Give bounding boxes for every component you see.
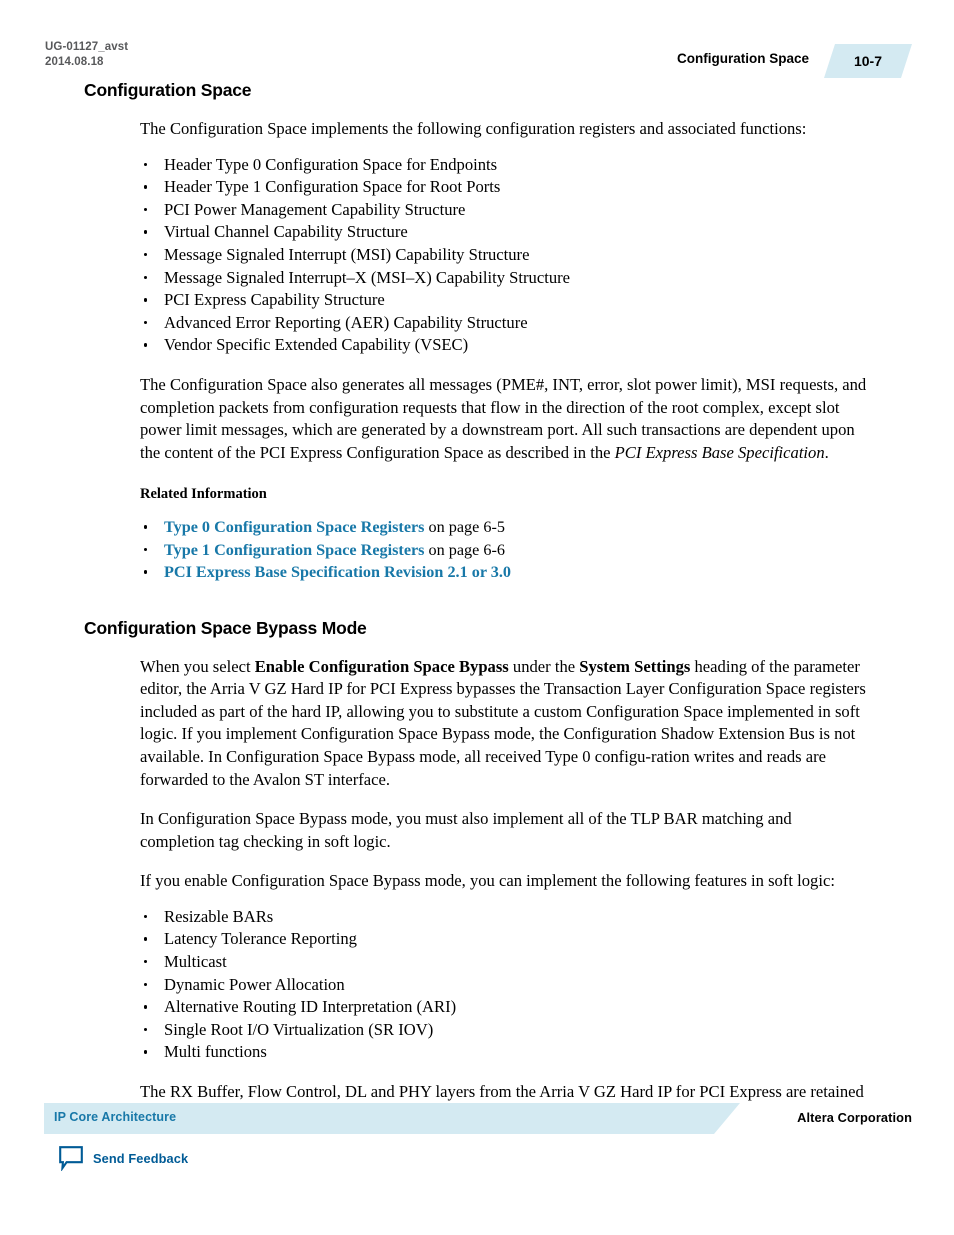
list-item: Single Root I/O Virtualization (SR IOV) [140,1019,868,1042]
page-number-tab: 10-7 [824,44,912,78]
list-item-label: Message Signaled Interrupt (MSI) Capabil… [164,244,530,264]
list-item: Header Type 0 Configuration Space for En… [140,154,868,177]
header-right-group: Configuration Space 10-7 [677,44,912,78]
cross-reference-page-suffix: on page 6-6 [424,540,505,559]
section2-body: When you select Enable Configuration Spa… [140,639,868,1127]
bullet-dot-icon [144,547,148,552]
list-item: PCI Power Management Capability Structur… [140,199,868,222]
list-item-label: Message Signaled Interrupt–X (MSI–X) Cap… [164,267,571,287]
list-item: Message Signaled Interrupt–X (MSI–X) Cap… [140,267,868,290]
send-feedback-label: Send Feedback [93,1150,189,1166]
list-item: Vendor Specific Extended Capability (VSE… [140,334,868,357]
section1-body: The Configuration Space implements the f… [140,101,868,584]
page-number-label: 10-7 [853,53,883,69]
list-item: Header Type 1 Configuration Space for Ro… [140,176,868,199]
section1-paragraph-2: The Configuration Space also generates a… [140,374,868,464]
section1-bullet-list: Header Type 0 Configuration Space for En… [140,154,868,357]
list-item-label: Multi functions [164,1042,267,1062]
bullet-dot-icon [144,937,148,941]
para2-text-b: . [824,442,829,462]
bullet-dot-icon [144,185,148,189]
list-item-label: Vendor Specific Extended Capability (VSE… [164,335,469,355]
cross-reference-link[interactable]: PCI Express Base Specification Revision … [164,563,511,581]
section1-intro-paragraph: The Configuration Space implements the f… [140,119,807,138]
bullet-dot-icon [144,1050,148,1054]
list-item-label: Dynamic Power Allocation [164,974,345,994]
list-item-label: Multicast [164,952,227,972]
bullet-dot-icon [144,320,148,325]
list-item: Latency Tolerance Reporting [140,928,868,951]
page-header: UG-01127_avst 2014.08.18 Configuration S… [0,0,954,82]
list-item-label: Advanced Error Reporting (AER) Capabilit… [164,312,528,332]
list-item: Advanced Error Reporting (AER) Capabilit… [140,312,868,335]
bullet-dot-icon [144,252,148,257]
list-item-label: Header Type 1 Configuration Space for Ro… [164,177,501,197]
s2p1-bold-enable-bypass: Enable Configuration Space Bypass [254,656,509,676]
list-item: Multi functions [140,1041,868,1064]
related-link-item: Type 1 Configuration Space Registers on … [140,539,868,561]
related-information-heading: Related Information [140,486,267,503]
bullet-dot-icon [144,1027,148,1032]
bullet-dot-icon [144,207,148,212]
bullet-dot-icon [144,230,148,234]
footer-corporation-label: Altera Corporation [797,1110,912,1125]
document-date: 2014.08.18 [45,55,104,68]
page-footer: IP Core Architecture Altera Corporation … [0,1095,954,1235]
list-item-label: PCI Express Capability Structure [164,290,385,310]
bullet-dot-icon [144,570,148,574]
section2-paragraph-2: In Configuration Space Bypass mode, you … [140,809,792,851]
bullet-dot-icon [144,275,148,279]
para2-italic-spec: PCI Express Base Specification [614,442,825,462]
cross-reference-link[interactable]: Type 1 Configuration Space Registers [164,541,425,559]
s2p1-text-b: under the [508,656,580,676]
list-item: Virtual Channel Capability Structure [140,221,868,244]
list-item: Resizable BARs [140,906,868,929]
footer-chapter-label: IP Core Architecture [54,1110,177,1124]
section2-paragraph-3: If you enable Configuration Space Bypass… [140,871,835,891]
cross-reference-page-suffix: on page 6-5 [424,518,505,537]
list-item: PCI Express Capability Structure [140,289,868,312]
document-id: UG-01127_avst [45,41,129,53]
list-item: Message Signaled Interrupt (MSI) Capabil… [140,244,868,267]
bullet-dot-icon [144,982,148,987]
list-item-label: Single Root I/O Virtualization (SR IOV) [164,1019,434,1039]
bullet-dot-icon [144,525,148,529]
section2-paragraph-1: When you select Enable Configuration Spa… [140,656,868,792]
header-chapter-label: Configuration Space [676,51,809,66]
bullet-dot-icon [144,298,148,302]
bullet-dot-icon [144,343,148,347]
list-item: Dynamic Power Allocation [140,974,868,997]
s2p1-text-a: When you select [140,656,255,676]
section-title-configuration-space: Configuration Space [84,80,252,100]
list-item-label: PCI Power Management Capability Structur… [164,199,466,219]
list-item-label: Resizable BARs [164,906,274,926]
bullet-dot-icon [144,960,148,964]
cross-reference-link[interactable]: Type 0 Configuration Space Registers [164,518,425,536]
related-link-item: PCI Express Base Specification Revision … [140,561,868,583]
list-item-label: Header Type 0 Configuration Space for En… [164,154,498,174]
bullet-dot-icon [144,914,148,919]
list-item: Multicast [140,951,868,974]
s2p1-bold-system-settings: System Settings [579,656,691,676]
send-feedback-button[interactable]: Send Feedback [58,1145,189,1172]
list-item-label: Virtual Channel Capability Structure [164,222,408,242]
s2p1-text-c: heading of the parameter editor, the Arr… [140,656,866,789]
page-content: Configuration Space The Configuration Sp… [0,80,954,1126]
section2-bullet-list: Resizable BARs Latency Tolerance Reportin… [140,906,868,1064]
speech-bubble-icon [58,1145,84,1172]
list-item-label: Alternative Routing ID Interpretation (A… [164,997,457,1017]
related-information-list: Type 0 Configuration Space Registers on … [140,516,868,583]
section-title-configuration-space-bypass-mode: Configuration Space Bypass Mode [84,617,367,638]
list-item-label: Latency Tolerance Reporting [164,929,357,949]
list-item: Alternative Routing ID Interpretation (A… [140,996,868,1019]
bullet-dot-icon [144,162,148,166]
document-metadata: UG-01127_avst 2014.08.18 [45,40,128,69]
related-link-item: Type 0 Configuration Space Registers on … [140,516,868,538]
bullet-dot-icon [144,1005,148,1009]
